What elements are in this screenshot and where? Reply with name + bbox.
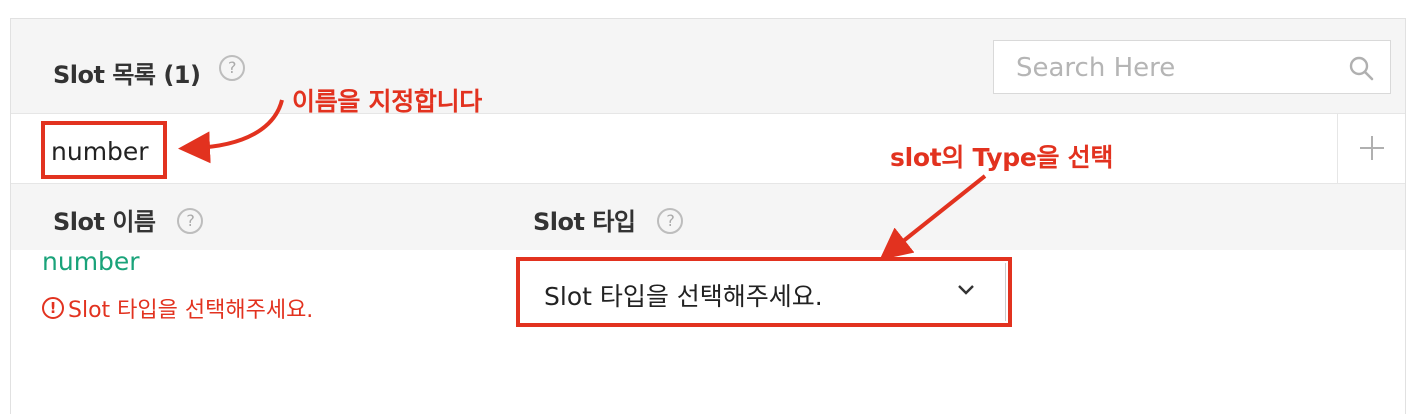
search-icon[interactable] <box>1348 55 1374 81</box>
help-icon[interactable]: ? <box>177 208 204 234</box>
column-slot-type-label: Slot 타입 <box>533 208 636 236</box>
column-slot-name: Slot 이름 ? <box>53 202 204 237</box>
chevron-down-icon <box>958 285 974 295</box>
slot-input-row <box>11 114 1405 184</box>
help-icon[interactable]: ? <box>657 208 684 234</box>
search-input[interactable] <box>1014 41 1338 95</box>
slot-entry-name: number <box>42 247 140 276</box>
annotation-type-hint: slot의 Type을 선택 <box>890 143 1114 172</box>
panel-header: Slot 목록 (1) ? <box>11 19 1405 114</box>
column-header-row: Slot 이름 ? Slot 타입 ? <box>11 184 1405 250</box>
slot-type-select[interactable]: Slot 타입을 선택해주세요. <box>522 263 1006 321</box>
column-slot-name-label: Slot 이름 <box>53 208 156 236</box>
annotation-name-hint: 이름을 지정합니다 <box>292 87 483 116</box>
slot-name-field-highlight <box>41 121 167 179</box>
slot-list-title: Slot 목록 (1) ? <box>53 55 245 90</box>
slot-entry-error-text: Slot 타입을 선택해주세요. <box>68 298 314 323</box>
column-slot-type: Slot 타입 ? <box>533 202 684 237</box>
slot-type-select-highlight: Slot 타입을 선택해주세요. <box>516 257 1012 327</box>
slot-name-input[interactable] <box>51 131 159 171</box>
slot-list-title-text: Slot 목록 (1) <box>53 61 201 89</box>
slot-entry-error: ! Slot 타입을 선택해주세요. <box>42 292 313 324</box>
error-icon: ! <box>42 297 64 319</box>
search-box[interactable] <box>993 40 1391 95</box>
add-slot-button[interactable] <box>1337 114 1405 183</box>
plus-icon <box>1360 136 1384 160</box>
slot-list-panel: Slot 목록 (1) ? Slot 이름 ? Slot 타입 <box>10 18 1406 414</box>
help-icon[interactable]: ? <box>219 55 245 81</box>
slot-type-select-value: Slot 타입을 선택해주세요. <box>544 282 823 311</box>
